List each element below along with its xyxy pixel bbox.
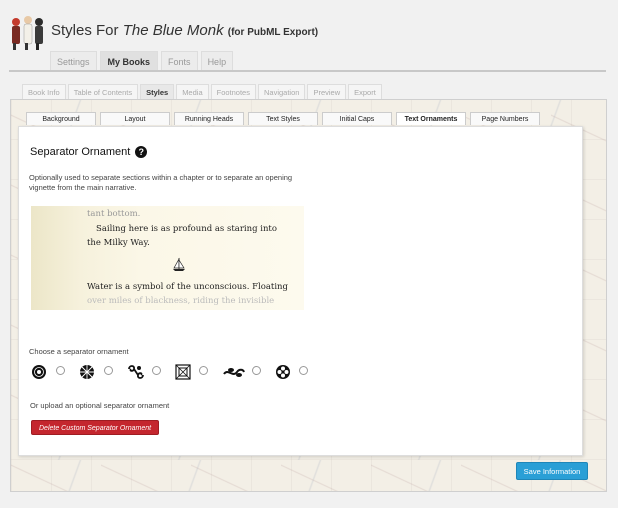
choose-ornament-label: Choose a separator ornament: [29, 347, 129, 356]
ornament-radio[interactable]: [56, 366, 65, 375]
tab-fonts[interactable]: Fonts: [161, 51, 198, 71]
preview-line: Water is a symbol of the unconscious. Fl…: [87, 282, 288, 292]
sailboat-icon: [173, 257, 185, 271]
logo-figures-icon: [12, 16, 43, 50]
ornament-preview: tant bottom. Sailing here is as profound…: [31, 206, 304, 310]
tab-export[interactable]: Export: [348, 84, 382, 100]
help-icon[interactable]: ?: [135, 146, 148, 158]
ornament-radio[interactable]: [199, 366, 208, 375]
ornament-radio[interactable]: [252, 366, 261, 375]
tab-media[interactable]: Media: [176, 84, 209, 100]
tab-text-styles[interactable]: Text Styles: [248, 112, 318, 125]
panel-title: Separator Ornament ?: [30, 146, 148, 158]
preview-line: the Milky Way.: [87, 238, 150, 248]
title-prefix: Styles For: [51, 22, 123, 39]
ornament-radio[interactable]: [104, 366, 113, 375]
tab-my-books[interactable]: My Books: [99, 51, 159, 71]
tab-help[interactable]: Help: [200, 51, 234, 71]
square-knot-ornament-icon[interactable]: [175, 364, 191, 380]
tab-background[interactable]: Background: [26, 112, 96, 125]
preview-line: over miles of blackness, riding the invi…: [87, 296, 275, 306]
preview-line: Sailing here is as profound as staring i…: [96, 224, 277, 234]
page-title: Styles For The Blue Monk (for PubML Expo…: [51, 22, 318, 39]
scroll-swirl-ornament-icon[interactable]: [127, 364, 145, 380]
tab-layout[interactable]: Layout: [100, 112, 170, 125]
flower-ornament-icon[interactable]: [275, 364, 291, 380]
tab-text-ornaments[interactable]: Text Ornaments: [396, 112, 466, 125]
tab-table-of-contents[interactable]: Table of Contents: [67, 84, 139, 100]
panel-description: Optionally used to separate sections wit…: [29, 173, 293, 192]
separator-ornament-panel: Separator Ornament ? Optionally used to …: [18, 126, 583, 456]
main-tabs-divider: [9, 70, 606, 72]
upload-ornament-label: Or upload an optional separator ornament: [30, 401, 170, 410]
tab-page-numbers[interactable]: Page Numbers: [470, 112, 540, 125]
panel-title-text: Separator Ornament: [30, 146, 131, 158]
main-tabs: Settings My Books Fonts Help: [50, 51, 234, 71]
tab-footnotes[interactable]: Footnotes: [210, 84, 256, 100]
style-tabs: Background Layout Running Heads Text Sty…: [26, 112, 540, 125]
page-subtitle: (for PubML Export): [227, 27, 319, 38]
tab-initial-caps[interactable]: Initial Caps: [322, 112, 392, 125]
ornament-radio[interactable]: [299, 366, 308, 375]
ornament-radio[interactable]: [152, 366, 161, 375]
tab-settings[interactable]: Settings: [50, 51, 97, 71]
tab-navigation[interactable]: Navigation: [257, 84, 306, 100]
tab-preview[interactable]: Preview: [307, 84, 347, 100]
save-information-button[interactable]: Save Information: [516, 462, 588, 480]
preview-line: tant bottom.: [87, 209, 141, 219]
tab-styles[interactable]: Styles: [140, 84, 175, 100]
leaf-vine-ornament-icon[interactable]: [223, 364, 245, 380]
delete-custom-ornament-button[interactable]: Delete Custom Separator Ornament: [31, 420, 160, 435]
book-title: The Blue Monk: [122, 22, 224, 39]
compass-star-ornament-icon[interactable]: [79, 364, 95, 380]
book-tabs: Book Info Table of Contents Styles Media…: [22, 84, 382, 100]
rosette-ornament-icon[interactable]: [31, 364, 47, 380]
tab-running-heads[interactable]: Running Heads: [174, 112, 244, 125]
tab-book-info[interactable]: Book Info: [22, 84, 66, 100]
